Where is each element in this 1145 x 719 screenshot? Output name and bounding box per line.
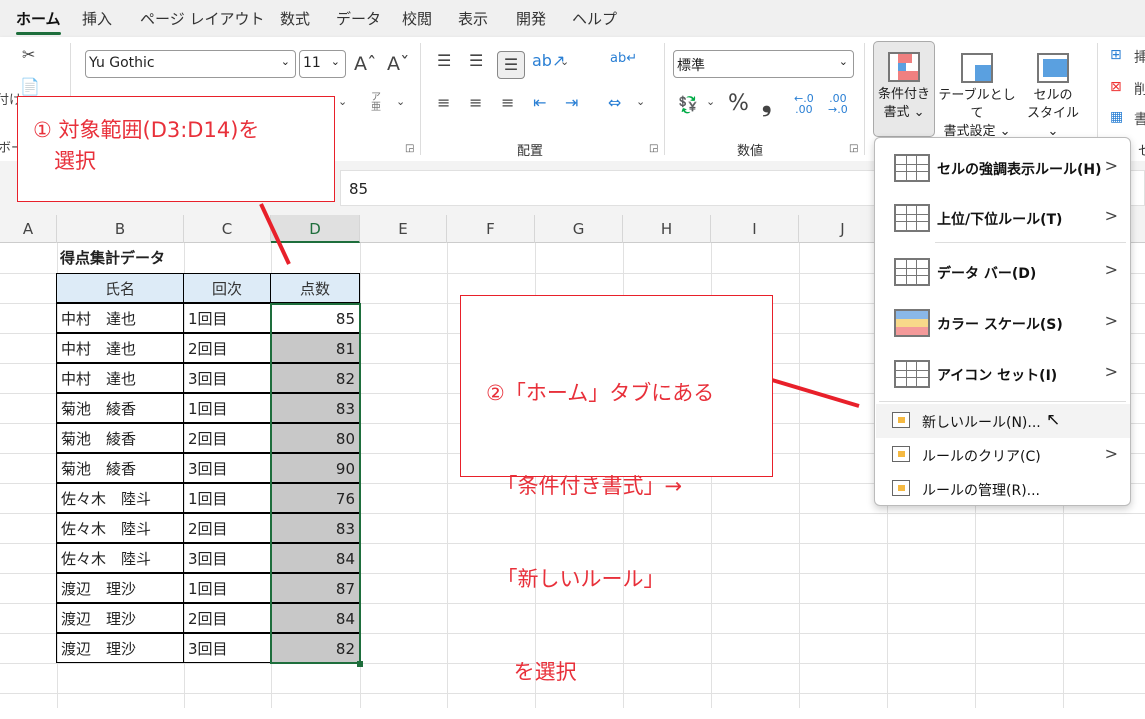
conditional-formatting-menu: セルの強調表示ルール(H) > 上位/下位ルール(T) > データ バー(D) > カ…	[874, 137, 1131, 506]
chevron-right-icon: >	[1104, 311, 1118, 330]
data-bar-icon	[894, 258, 930, 286]
manage-rules-icon	[892, 480, 910, 496]
menu-item-label: データ バー(D)	[937, 266, 1037, 282]
top-bottom-rules-icon	[894, 204, 930, 232]
callout-2-line-2: 「条件付き書式」→	[486, 474, 683, 498]
callout-1-line	[259, 203, 291, 265]
clear-rules-icon	[892, 446, 910, 462]
menu-item-data-bars[interactable]: データ バー(D) >	[876, 248, 1130, 298]
chevron-right-icon: >	[1104, 206, 1118, 225]
menu-item-label: ルールのクリア(C)	[922, 449, 1041, 465]
chevron-right-icon: >	[1104, 444, 1118, 463]
menu-item-label: アイコン セット(I)	[937, 368, 1058, 384]
callout-step-1: ① 対象範囲(D3:D14)を 選択	[17, 96, 335, 202]
menu-item-label: セルの強調表示ルール(H)	[937, 162, 1102, 178]
callout-1-line-1: ① 対象範囲(D3:D14)を	[33, 118, 260, 142]
callout-2-line-1: ②「ホーム」タブにある	[486, 381, 715, 405]
callout-2-line-4: を選択	[486, 660, 577, 684]
menu-item-label: カラー スケール(S)	[937, 317, 1063, 333]
chevron-right-icon: >	[1104, 362, 1118, 381]
icon-set-icon	[894, 360, 930, 388]
menu-item-manage-rules[interactable]: ルールの管理(R)...	[876, 472, 1130, 506]
callout-1-line-2: 選択	[33, 149, 96, 173]
menu-item-clear-rules[interactable]: ルールのクリア(C) >	[876, 438, 1130, 472]
color-scale-icon	[894, 309, 930, 337]
menu-item-color-scales[interactable]: カラー スケール(S) >	[876, 299, 1130, 349]
menu-item-icon-sets[interactable]: アイコン セット(I) >	[876, 350, 1130, 400]
highlight-rules-icon	[894, 154, 930, 182]
callout-step-2: ②「ホーム」タブにある 「条件付き書式」→ 「新しいルール」 を選択	[460, 295, 773, 684]
chevron-right-icon: >	[1104, 260, 1118, 279]
menu-item-new-rule[interactable]: 新しいルール(N)... ↖	[876, 404, 1130, 438]
menu-item-highlight-rules[interactable]: セルの強調表示ルール(H) >	[876, 144, 1130, 194]
menu-item-top-bottom-rules[interactable]: 上位/下位ルール(T) >	[876, 194, 1130, 244]
chevron-right-icon: >	[1104, 156, 1118, 175]
callout-2-line-3: 「新しいルール」	[486, 567, 665, 591]
callout-2-line	[771, 378, 860, 408]
new-rule-icon	[892, 412, 910, 428]
menu-item-label: 上位/下位ルール(T)	[937, 212, 1063, 228]
menu-item-label: 新しいルール(N)...	[922, 415, 1041, 431]
menu-item-label: ルールの管理(R)...	[922, 483, 1041, 499]
mouse-cursor-icon: ↖	[1046, 410, 1061, 430]
